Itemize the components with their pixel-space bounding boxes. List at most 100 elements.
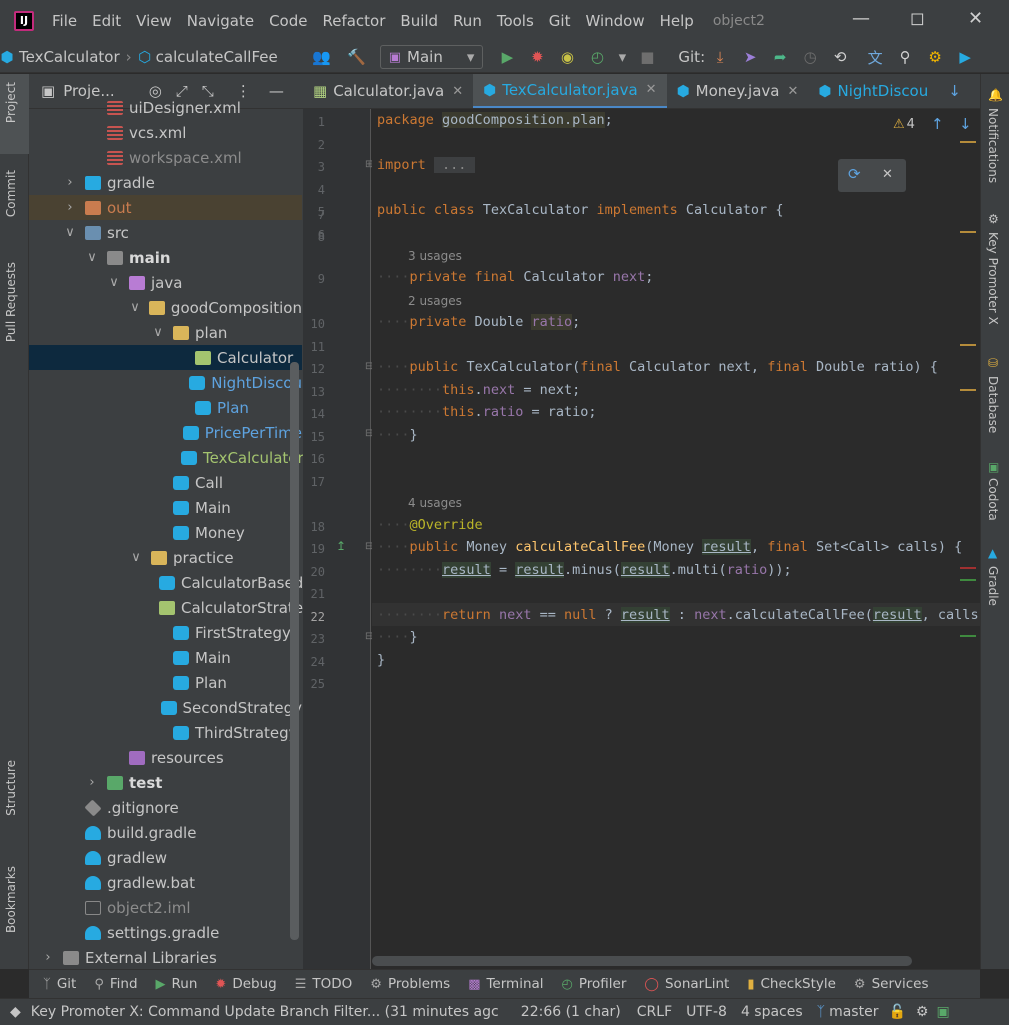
- code-editor[interactable]: package goodComposition.plan; import ...…: [372, 109, 980, 969]
- chevron-down-icon[interactable]: ∨: [107, 275, 121, 290]
- tree-item[interactable]: Call: [29, 470, 302, 495]
- tree-item[interactable]: Main: [29, 495, 302, 520]
- tool-checkstyle[interactable]: ▮ CheckStyle: [747, 976, 836, 992]
- reload-gradle-icon[interactable]: ⟳: [848, 165, 861, 183]
- tree-item[interactable]: › gradle: [29, 170, 302, 195]
- tree-item[interactable]: PricePerTime: [29, 420, 302, 445]
- file-encoding[interactable]: UTF-8: [686, 1004, 727, 1020]
- tree-item[interactable]: FirstStrategy: [29, 620, 302, 645]
- tool-git[interactable]: ᛉ Git: [43, 976, 76, 992]
- tree-item[interactable]: uiDesigner.xml: [29, 95, 302, 120]
- translate-icon[interactable]: 文: [865, 47, 885, 68]
- breadcrumb-file[interactable]: TexCalculator: [19, 48, 120, 66]
- chevron-down-icon[interactable]: ∨: [151, 325, 165, 340]
- tool-tab-commit[interactable]: Commit: [4, 170, 18, 217]
- tree-item[interactable]: ∨ main: [29, 245, 302, 270]
- tree-item[interactable]: ThirdStrategy: [29, 720, 302, 745]
- tool-find[interactable]: ⚲ Find: [94, 976, 137, 992]
- tree-item[interactable]: workspace.xml: [29, 145, 302, 170]
- close-tab-icon[interactable]: ✕: [452, 84, 463, 99]
- tree-item[interactable]: CalculatorStrate: [29, 595, 303, 620]
- tool-sonarlint[interactable]: ◯ SonarLint: [644, 976, 729, 992]
- tree-item[interactable]: ∨ practice: [29, 545, 302, 570]
- tool-tab-pull-requests[interactable]: Pull Requests: [4, 262, 18, 342]
- menu-navigate[interactable]: Navigate: [187, 12, 254, 30]
- tree-item[interactable]: ∨ plan: [29, 320, 302, 345]
- maximize-icon[interactable]: ◻: [910, 8, 925, 29]
- menu-build[interactable]: Build: [400, 12, 438, 30]
- menu-refactor[interactable]: Refactor: [322, 12, 385, 30]
- tool-tab-codota[interactable]: Codota: [986, 478, 1000, 521]
- chevron-right-icon[interactable]: ›: [85, 775, 99, 790]
- tool-tab-key-promoter[interactable]: Key Promoter X: [986, 232, 1000, 325]
- tree-item[interactable]: gradlew: [29, 845, 302, 870]
- usages-hint[interactable]: 4 usages: [408, 496, 462, 510]
- tab-nightdiscount-java[interactable]: ⬢ NightDiscou: [808, 74, 938, 108]
- tree-item[interactable]: NightDiscou: [29, 370, 302, 395]
- horizontal-scrollbar[interactable]: [372, 956, 912, 966]
- git-commit-icon[interactable]: ➤: [740, 48, 760, 66]
- coverage-icon[interactable]: ◉: [557, 48, 577, 66]
- tree-item[interactable]: SecondStrategy: [29, 695, 302, 720]
- error-stripe-mark[interactable]: [960, 231, 976, 233]
- tree-item[interactable]: settings.gradle: [29, 920, 302, 945]
- inspection-icon[interactable]: ⚙: [916, 1004, 929, 1020]
- lock-icon[interactable]: 🔓: [888, 1004, 905, 1020]
- tool-services[interactable]: ⚙ Services: [854, 976, 929, 992]
- close-tab-icon[interactable]: ✕: [646, 82, 657, 97]
- error-stripe-mark[interactable]: [960, 389, 976, 391]
- indent-setting[interactable]: 4 spaces: [741, 1004, 803, 1020]
- error-stripe-mark[interactable]: [960, 579, 976, 581]
- status-message-icon[interactable]: ◆: [10, 1004, 21, 1020]
- close-tab-icon[interactable]: ✕: [787, 84, 798, 99]
- tree-item[interactable]: Plan: [29, 395, 302, 420]
- tree-item[interactable]: ∨ goodComposition: [29, 295, 302, 320]
- build-hammer-icon[interactable]: 🔨: [347, 48, 367, 66]
- tool-tab-notifications[interactable]: Notifications: [986, 108, 1000, 183]
- run-config-select[interactable]: ▣ Main ▾: [379, 45, 484, 69]
- git-branch[interactable]: master: [829, 1004, 878, 1020]
- tab-money-java[interactable]: ⬢ Money.java ✕: [667, 74, 809, 108]
- tool-profiler[interactable]: ◴ Profiler: [562, 976, 627, 992]
- usages-hint[interactable]: 2 usages: [408, 294, 462, 308]
- tool-problems[interactable]: ⚙ Problems: [370, 976, 450, 992]
- run-icon[interactable]: ▶: [497, 48, 517, 66]
- tool-debug[interactable]: ✹ Debug: [215, 976, 276, 992]
- minimize-icon[interactable]: —: [852, 8, 870, 29]
- history-icon[interactable]: ◷: [800, 48, 820, 66]
- error-stripe-mark[interactable]: [960, 141, 976, 143]
- tree-item[interactable]: Plan: [29, 670, 302, 695]
- git-push-icon[interactable]: ➦: [770, 48, 790, 66]
- update-icon[interactable]: ⚙: [925, 48, 945, 66]
- menu-view[interactable]: View: [136, 12, 172, 30]
- tree-item[interactable]: build.gradle: [29, 820, 302, 845]
- tree-item[interactable]: .gitignore: [29, 795, 302, 820]
- chevron-down-icon[interactable]: ∨: [129, 550, 143, 565]
- users-icon[interactable]: 👥: [312, 48, 332, 66]
- menu-window[interactable]: Window: [585, 12, 644, 30]
- next-problem-icon[interactable]: ↓: [959, 115, 972, 133]
- prev-problem-icon[interactable]: ↑: [931, 115, 944, 133]
- search-icon[interactable]: ⚲: [895, 48, 915, 66]
- tree-item[interactable]: Main: [29, 645, 302, 670]
- chevron-down-icon[interactable]: ∨: [85, 250, 99, 265]
- tool-tab-structure[interactable]: Structure: [4, 760, 18, 816]
- tree-item[interactable]: CalculatorBased: [29, 570, 303, 595]
- rollback-icon[interactable]: ⟲: [830, 48, 850, 66]
- tool-terminal[interactable]: ▩ Terminal: [468, 976, 543, 992]
- tree-item[interactable]: ∨ src: [29, 220, 302, 245]
- tree-item[interactable]: object2.iml: [29, 895, 302, 920]
- chevron-down-icon[interactable]: ∨: [63, 225, 77, 240]
- tree-item[interactable]: › External Libraries: [29, 945, 302, 969]
- tab-texcalculator-java[interactable]: ⬢ TexCalculator.java ✕: [473, 74, 667, 108]
- warning-icon[interactable]: ⚠ 4: [893, 117, 915, 132]
- close-popup-icon[interactable]: ✕: [882, 167, 893, 182]
- menu-file[interactable]: File: [52, 12, 77, 30]
- menu-run[interactable]: Run: [453, 12, 482, 30]
- tree-item[interactable]: ∨ java: [29, 270, 302, 295]
- tool-tab-bookmarks[interactable]: Bookmarks: [4, 866, 18, 933]
- tree-item[interactable]: Money: [29, 520, 302, 545]
- menu-help[interactable]: Help: [660, 12, 694, 30]
- tool-tab-gradle[interactable]: Gradle: [986, 566, 1000, 606]
- menu-tools[interactable]: Tools: [497, 12, 534, 30]
